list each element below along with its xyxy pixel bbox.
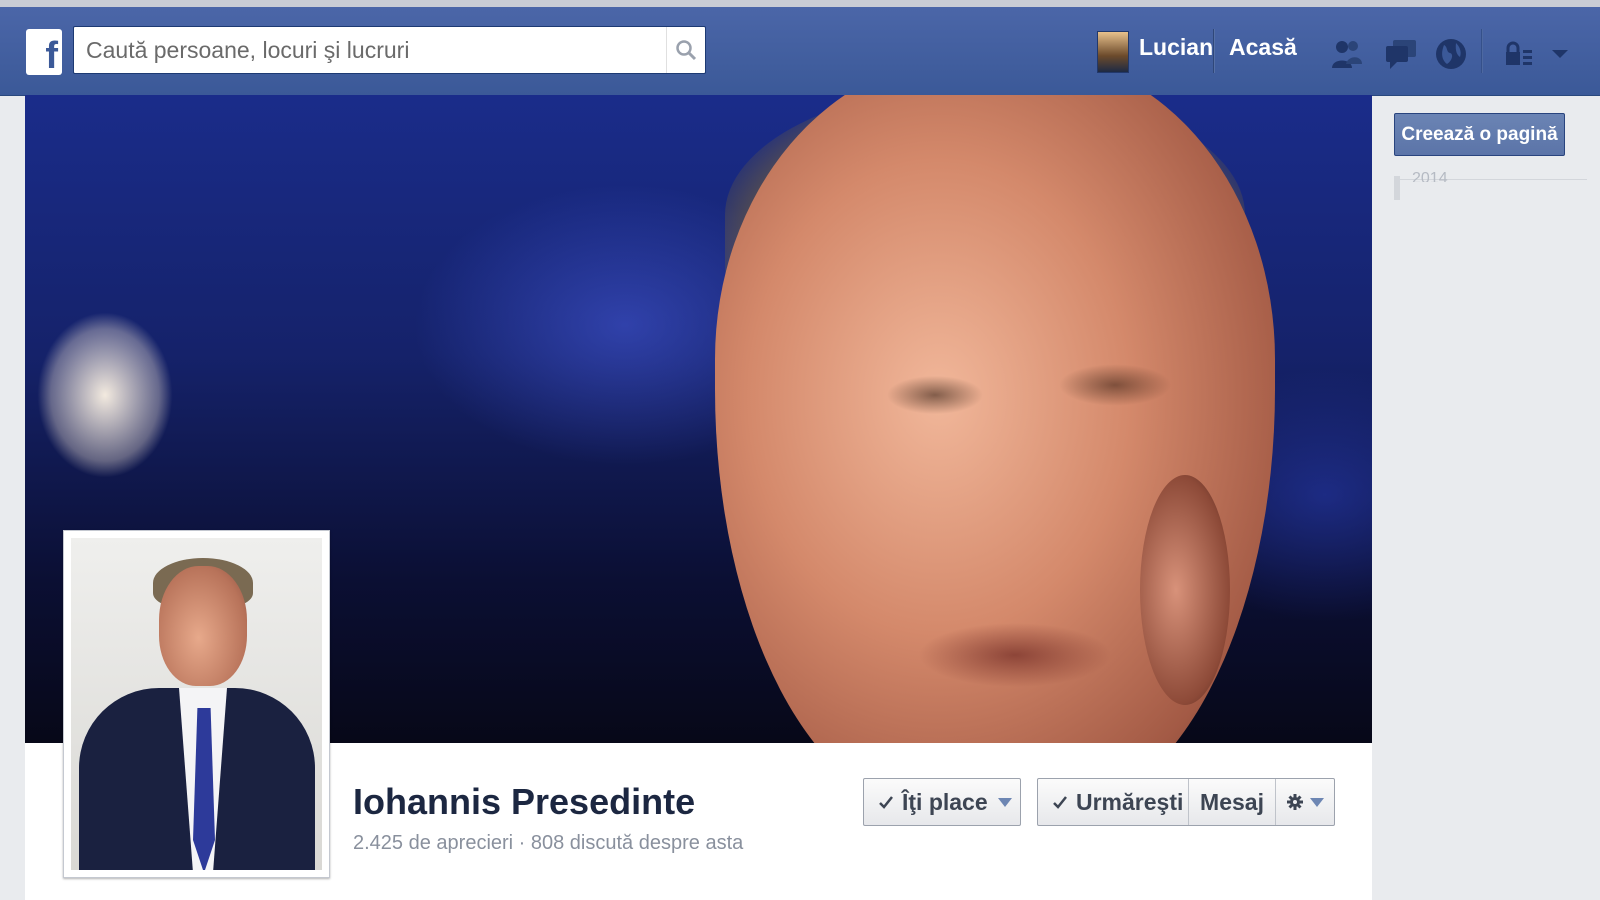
like-button[interactable]: Îţi place <box>863 778 1021 826</box>
privacy-shortcuts-button[interactable] <box>1502 37 1536 71</box>
create-page-button[interactable]: Creează o pagină <box>1394 113 1565 156</box>
search-input[interactable] <box>74 27 669 73</box>
message-button-label: Mesaj <box>1200 788 1264 815</box>
browser-top-strip <box>0 0 1600 7</box>
chevron-down-icon <box>997 797 1012 807</box>
page-title[interactable]: Iohannis Presedinte <box>353 781 695 823</box>
nav-divider <box>1213 29 1215 73</box>
friend-requests-button[interactable] <box>1330 37 1364 71</box>
notifications-button[interactable] <box>1434 37 1468 71</box>
notifications-globe-icon <box>1436 39 1466 69</box>
page-settings-button[interactable] <box>1276 779 1334 825</box>
search-icon <box>676 40 697 61</box>
user-avatar[interactable] <box>1097 31 1129 73</box>
follow-message-button-group: Urmăreşti Mesaj <box>1037 778 1335 826</box>
check-icon <box>879 796 893 809</box>
friend-requests-icon <box>1332 41 1362 68</box>
page-stats: 2.425 de aprecieri · 808 discută despre … <box>353 832 744 854</box>
top-navigation-bar: f Lucian Acasă <box>0 7 1600 96</box>
privacy-shortcuts-icon <box>1506 41 1532 65</box>
account-menu-button[interactable] <box>1547 37 1573 71</box>
gear-icon <box>1287 794 1303 810</box>
facebook-logo-icon[interactable]: f <box>26 29 62 75</box>
search-box <box>73 26 706 74</box>
follow-button[interactable]: Urmăreşti <box>1038 779 1188 825</box>
check-icon <box>1053 796 1067 809</box>
nav-divider <box>1481 29 1483 73</box>
timeline-marker <box>1394 176 1400 200</box>
message-button[interactable]: Mesaj <box>1189 779 1275 825</box>
home-link[interactable]: Acasă <box>1229 34 1297 61</box>
profile-face <box>159 566 247 686</box>
search-button[interactable] <box>666 27 705 73</box>
profile-picture-image <box>71 538 322 870</box>
timeline-year-link[interactable]: 2014 <box>1412 170 1448 182</box>
like-button-label: Îţi place <box>902 788 988 815</box>
profile-link[interactable]: Lucian <box>1139 34 1213 61</box>
chevron-down-icon <box>1310 797 1324 807</box>
messages-icon <box>1386 40 1416 69</box>
cover-photo-ear <box>1140 475 1230 705</box>
account-menu-chevron-icon <box>1552 50 1568 58</box>
follow-button-label: Urmăreşti <box>1076 788 1184 815</box>
profile-picture[interactable] <box>63 530 330 878</box>
messages-button[interactable] <box>1384 37 1418 71</box>
